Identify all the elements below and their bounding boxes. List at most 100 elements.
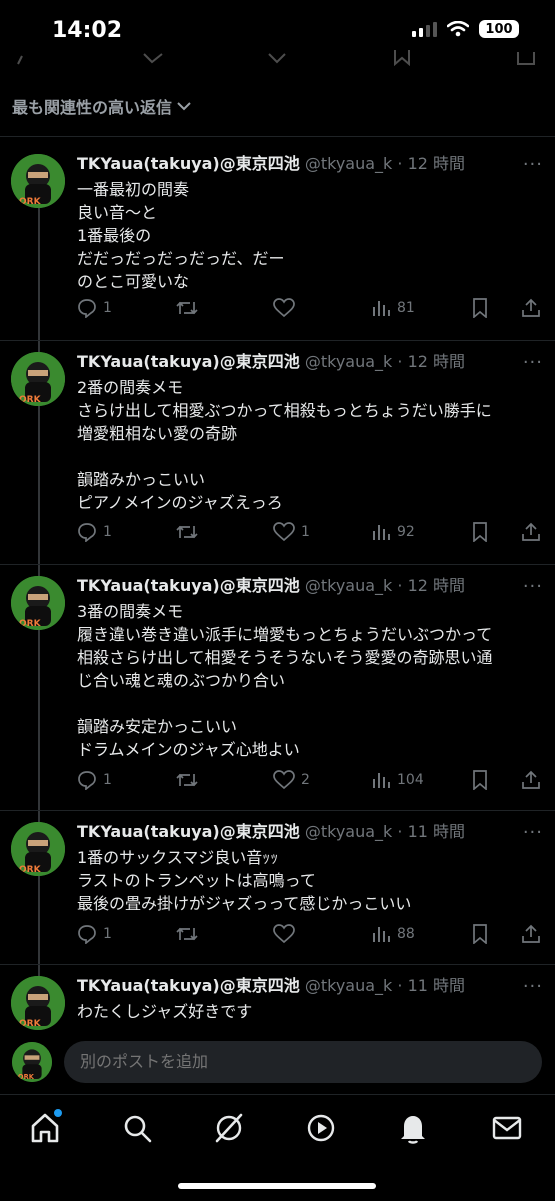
more-options-icon[interactable]: ··· bbox=[523, 154, 543, 175]
avatar[interactable]: ORK bbox=[11, 822, 65, 876]
divider bbox=[0, 136, 555, 137]
post-time: 12 時間 bbox=[407, 352, 466, 371]
author-name[interactable]: TKYaua(takuya)@東京四池 bbox=[77, 576, 300, 595]
post-actions: 1 2 104 bbox=[77, 770, 547, 794]
author-name[interactable]: TKYaua(takuya)@東京四池 bbox=[77, 154, 300, 173]
bookmark-icon bbox=[473, 298, 487, 318]
avatar[interactable]: ORK bbox=[11, 154, 65, 208]
more-options-icon[interactable]: ··· bbox=[523, 976, 543, 997]
more-options-icon[interactable]: ··· bbox=[523, 822, 543, 843]
reply-icon bbox=[78, 925, 96, 944]
like-button[interactable]: 1 bbox=[273, 522, 310, 542]
reply-icon bbox=[78, 523, 96, 542]
chevron-down-icon bbox=[177, 102, 191, 111]
post-header: TKYaua(takuya)@東京四池 @tkyaua_k · 11 時間 bbox=[77, 822, 466, 841]
author-name[interactable]: TKYaua(takuya)@東京四池 bbox=[77, 352, 300, 371]
post-line: だだっだっだっだっだ、だー bbox=[77, 249, 285, 268]
views-button[interactable]: 104 bbox=[371, 770, 424, 790]
tab-grok[interactable] bbox=[212, 1111, 246, 1145]
bookmark-icon bbox=[473, 924, 487, 944]
like-button[interactable] bbox=[273, 298, 301, 318]
repost-icon bbox=[143, 53, 163, 64]
post-time: 12 時間 bbox=[407, 154, 466, 173]
avatar[interactable]: ORK bbox=[11, 352, 65, 406]
repost-button[interactable] bbox=[175, 522, 205, 542]
divider bbox=[0, 340, 555, 341]
reply-icon bbox=[78, 771, 96, 790]
grok-icon bbox=[215, 1113, 243, 1143]
avatar[interactable]: ORK bbox=[11, 576, 65, 630]
share-button[interactable] bbox=[521, 770, 541, 790]
view-count: 104 bbox=[397, 772, 424, 788]
add-post-input[interactable] bbox=[64, 1041, 542, 1083]
home-indicator[interactable] bbox=[178, 1183, 376, 1189]
more-options-icon[interactable]: ··· bbox=[523, 352, 543, 373]
tab-notifications[interactable] bbox=[396, 1111, 430, 1145]
bookmark-button[interactable] bbox=[471, 298, 489, 318]
repost-button[interactable] bbox=[175, 298, 205, 318]
reply-button[interactable]: 1 bbox=[77, 522, 112, 542]
reply-sort-label: 最も関連性の高い返信 bbox=[12, 98, 173, 117]
divider bbox=[0, 564, 555, 565]
reply-icon bbox=[78, 299, 96, 318]
views-button[interactable]: 88 bbox=[371, 924, 415, 944]
post-time: 11 時間 bbox=[407, 822, 466, 841]
like-button[interactable]: 2 bbox=[273, 770, 310, 790]
post-text: 1番のサックスマジ良い音ｯｯ ラストのトランペットは高鳴って 最後の畳み掛けがジ… bbox=[77, 846, 537, 915]
parent-post-actions-faded bbox=[0, 50, 555, 68]
author-name[interactable]: TKYaua(takuya)@東京四池 bbox=[77, 822, 300, 841]
tab-video[interactable] bbox=[304, 1111, 338, 1145]
reply-composer: ORK bbox=[0, 1030, 555, 1092]
share-button[interactable] bbox=[521, 924, 541, 944]
tab-search[interactable] bbox=[120, 1111, 154, 1145]
post-text: 3番の間奏メモ 履き違い巻き違い派手に増愛もっとちょうだいぶつかって 相殺さらけ… bbox=[77, 600, 537, 761]
like-count: 1 bbox=[301, 524, 310, 540]
post-line: 最後の畳み掛けがジャズっって感じかっこいい bbox=[77, 894, 412, 913]
author-handle: @tkyaua_k bbox=[304, 576, 393, 595]
reply-button[interactable]: 1 bbox=[77, 298, 112, 318]
reply-button[interactable]: 1 bbox=[77, 770, 112, 790]
post-text: わたくしジャズ好きです bbox=[77, 1000, 537, 1023]
view-count: 92 bbox=[397, 524, 415, 540]
author-name[interactable]: TKYaua(takuya)@東京四池 bbox=[77, 976, 300, 995]
author-handle: @tkyaua_k bbox=[304, 976, 393, 995]
bookmark-button[interactable] bbox=[471, 770, 489, 790]
post-text: 一番最初の間奏 良い音〜と 1番最後の だだっだっだっだっだ、だー のとこ可愛い… bbox=[77, 178, 537, 293]
avatar[interactable]: ORK bbox=[11, 976, 65, 1030]
post-line: 2番の間奏メモ bbox=[77, 378, 184, 397]
divider bbox=[0, 810, 555, 811]
post-line: ドラムメインのジャズ心地よい bbox=[77, 740, 300, 759]
more-options-icon[interactable]: ··· bbox=[523, 576, 543, 597]
share-button[interactable] bbox=[521, 298, 541, 318]
post-actions: 1 88 bbox=[77, 924, 547, 948]
like-button[interactable] bbox=[273, 924, 301, 944]
reply-count: 1 bbox=[103, 524, 112, 540]
post-header: TKYaua(takuya)@東京四池 @tkyaua_k · 11 時間 bbox=[77, 976, 466, 995]
tab-home[interactable] bbox=[28, 1109, 62, 1145]
share-button[interactable] bbox=[521, 522, 541, 542]
share-icon bbox=[522, 770, 540, 789]
reply-icon bbox=[17, 55, 23, 65]
bookmark-button[interactable] bbox=[471, 924, 489, 944]
share-icon bbox=[522, 522, 540, 541]
post-line: 韻踏み安定かっこいい bbox=[77, 717, 238, 736]
play-icon bbox=[307, 1114, 335, 1142]
post-actions: 1 1 92 bbox=[77, 522, 547, 546]
reply-button[interactable]: 1 bbox=[77, 924, 112, 944]
repost-icon bbox=[176, 927, 198, 941]
own-avatar: ORK bbox=[12, 1042, 52, 1082]
svg-text:ORK: ORK bbox=[18, 1073, 35, 1081]
author-handle: @tkyaua_k bbox=[304, 154, 393, 173]
analytics-icon bbox=[373, 301, 390, 316]
tab-messages[interactable] bbox=[490, 1111, 524, 1145]
views-button[interactable]: 92 bbox=[371, 522, 415, 542]
post-line: ラストのトランペットは高鳴って bbox=[77, 871, 316, 890]
repost-button[interactable] bbox=[175, 770, 205, 790]
post-header: TKYaua(takuya)@東京四池 @tkyaua_k · 12 時間 bbox=[77, 576, 466, 595]
bookmark-button[interactable] bbox=[471, 522, 489, 542]
repost-button[interactable] bbox=[175, 924, 205, 944]
views-button[interactable]: 81 bbox=[371, 298, 415, 318]
repost-icon bbox=[176, 525, 198, 539]
post-line: じ合い魂と魂のぶつかり合い bbox=[77, 671, 286, 690]
reply-sort-dropdown[interactable]: 最も関連性の高い返信 bbox=[12, 94, 192, 118]
